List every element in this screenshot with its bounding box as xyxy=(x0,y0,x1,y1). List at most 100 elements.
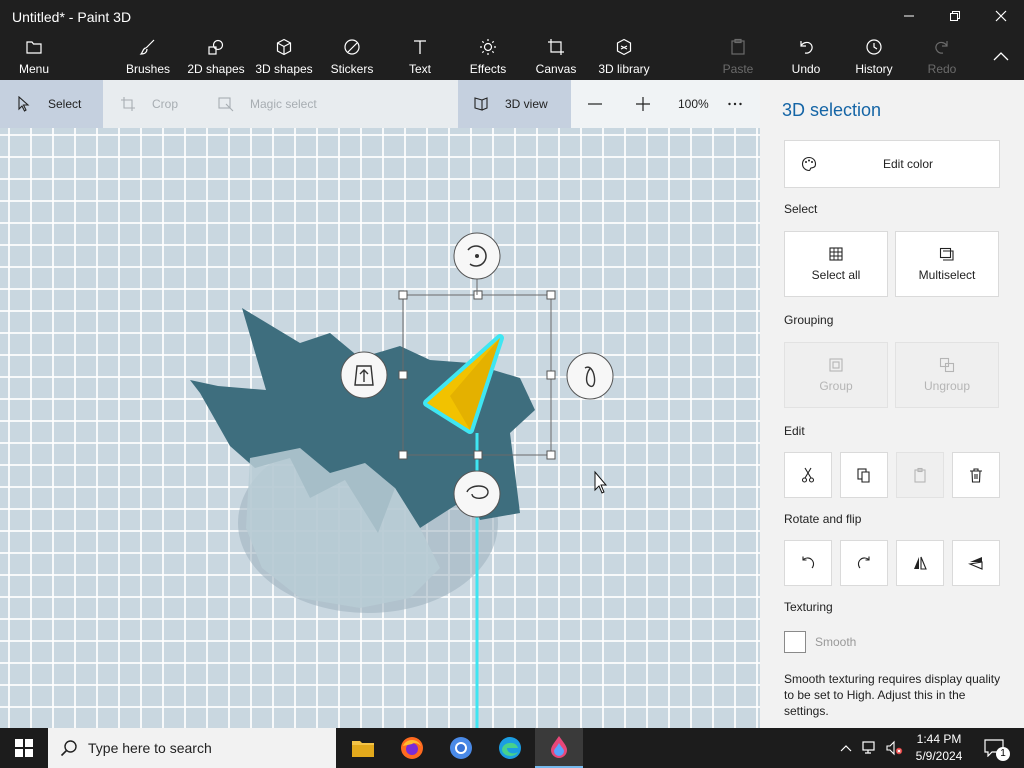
3d-view-label: 3D view xyxy=(505,97,548,111)
3d-view-toggle[interactable]: 3D view xyxy=(458,80,571,128)
undo-label: Undo xyxy=(791,62,821,76)
ungroup-button[interactable]: Ungroup xyxy=(895,342,999,408)
minimize-button[interactable] xyxy=(886,0,932,32)
flip-vertical-icon xyxy=(968,557,983,570)
paint3d-taskbar-button[interactable] xyxy=(535,728,583,768)
edge-taskbar-button[interactable] xyxy=(496,734,524,762)
undo-button[interactable]: Undo xyxy=(788,38,824,78)
magic-select-icon xyxy=(218,97,234,112)
rotate-z-handle[interactable] xyxy=(453,232,501,280)
flip-vertical-button[interactable] xyxy=(952,540,1000,586)
group-icon xyxy=(829,358,843,372)
ungroup-label: Ungroup xyxy=(923,379,971,393)
rotate-y-handle[interactable] xyxy=(566,352,614,400)
menu-button[interactable]: Menu xyxy=(14,38,54,78)
push-back-handle[interactable] xyxy=(340,351,388,399)
copy-button[interactable] xyxy=(840,452,888,498)
select-tool[interactable]: Select xyxy=(0,80,103,128)
drawing-canvas[interactable] xyxy=(0,128,760,728)
canvas-icon xyxy=(548,39,564,55)
edit-color-button[interactable]: Edit color xyxy=(784,140,1000,188)
notification-count-badge: 1 xyxy=(996,747,1010,761)
delete-button[interactable] xyxy=(952,452,1000,498)
show-hidden-icons-button[interactable] xyxy=(836,734,856,762)
paste-icon xyxy=(914,467,926,483)
zoom-controls: 100% xyxy=(571,80,760,128)
scene-layer xyxy=(190,232,614,728)
volume-button[interactable] xyxy=(882,734,906,762)
history-label: History xyxy=(855,62,893,76)
stickers-label: Stickers xyxy=(330,62,374,76)
history-button[interactable]: History xyxy=(852,38,896,78)
text-label: Text xyxy=(408,62,431,76)
chrome-icon xyxy=(450,737,472,759)
plus-icon xyxy=(636,97,650,111)
crop-tool[interactable]: Crop xyxy=(120,80,178,128)
rotate-flip-section-label: Rotate and flip xyxy=(784,512,862,526)
3d-shapes-button[interactable]: 3D shapes xyxy=(254,38,314,78)
rotate-left-button[interactable] xyxy=(784,540,832,586)
close-button[interactable] xyxy=(978,0,1024,32)
window-title: Untitled* - Paint 3D xyxy=(12,9,132,25)
title-and-ribbon-bar: Untitled* - Paint 3D Menu Brushes 2D sha… xyxy=(0,0,1024,80)
grouping-section-label: Grouping xyxy=(784,313,834,327)
firefox-taskbar-button[interactable] xyxy=(398,734,426,762)
close-icon xyxy=(995,10,1007,22)
effects-label: Effects xyxy=(469,62,507,76)
brushes-button[interactable]: Brushes xyxy=(122,38,174,78)
select-all-button[interactable]: Select all xyxy=(784,231,888,297)
multiselect-button[interactable]: Multiselect xyxy=(895,231,999,297)
effects-button[interactable]: Effects xyxy=(466,38,510,78)
rotate-right-button[interactable] xyxy=(840,540,888,586)
zoom-level[interactable]: 100% xyxy=(678,80,709,128)
chevron-up-icon xyxy=(840,745,852,752)
chrome-taskbar-button[interactable] xyxy=(447,734,475,762)
select-label: Select xyxy=(48,97,82,111)
restore-icon xyxy=(950,11,960,21)
text-button[interactable]: Text xyxy=(402,38,438,78)
network-icon xyxy=(862,741,875,754)
redo-icon xyxy=(935,41,948,54)
multiselect-icon xyxy=(939,247,954,261)
notifications-button[interactable]: 1 xyxy=(980,734,1010,762)
paste-label: Paste xyxy=(722,62,754,76)
redo-button[interactable]: Redo xyxy=(924,38,960,78)
canvas-button[interactable]: Canvas xyxy=(534,38,578,78)
clock-icon xyxy=(866,39,882,55)
flip-horizontal-button[interactable] xyxy=(896,540,944,586)
network-button[interactable] xyxy=(858,734,882,762)
group-button[interactable]: Group xyxy=(784,342,888,408)
windows-logo-icon xyxy=(15,739,33,757)
paste-panel-button[interactable] xyxy=(896,452,944,498)
rotate-left-icon xyxy=(802,556,815,569)
file-explorer-taskbar-button[interactable] xyxy=(349,734,377,762)
2d-shapes-icon xyxy=(208,39,224,55)
zoom-in-button[interactable] xyxy=(635,80,651,128)
start-button[interactable] xyxy=(10,734,38,762)
brush-icon xyxy=(139,39,155,55)
more-options-button[interactable] xyxy=(727,80,743,128)
cut-button[interactable] xyxy=(784,452,832,498)
ungroup-icon xyxy=(939,357,955,373)
maximize-button[interactable] xyxy=(932,0,978,32)
undo-icon xyxy=(800,41,813,54)
taskbar-clock[interactable]: 1:44 PM 5/9/2024 xyxy=(908,731,970,765)
select-section-label: Select xyxy=(784,202,818,216)
multiselect-label: Multiselect xyxy=(918,268,976,282)
3d-library-button[interactable]: 3D library xyxy=(596,38,652,78)
stickers-button[interactable]: Stickers xyxy=(328,38,376,78)
collapse-ribbon-button[interactable] xyxy=(978,40,1024,72)
edit-section-label: Edit xyxy=(784,424,805,438)
rotate-x-handle[interactable] xyxy=(453,470,501,518)
zoom-out-button[interactable] xyxy=(587,80,603,128)
text-icon xyxy=(414,40,426,54)
2d-shapes-button[interactable]: 2D shapes xyxy=(186,38,246,78)
minus-icon xyxy=(588,103,602,105)
cube-icon xyxy=(276,38,292,56)
smooth-checkbox[interactable] xyxy=(784,631,806,653)
3d-selection-panel: 3D selection Edit color Select Select al… xyxy=(760,80,1024,728)
taskbar-search-box[interactable]: Type here to search xyxy=(48,728,336,768)
paste-button[interactable]: Paste xyxy=(720,38,756,78)
copy-icon xyxy=(857,468,870,483)
magic-select-tool[interactable]: Magic select xyxy=(218,80,317,128)
